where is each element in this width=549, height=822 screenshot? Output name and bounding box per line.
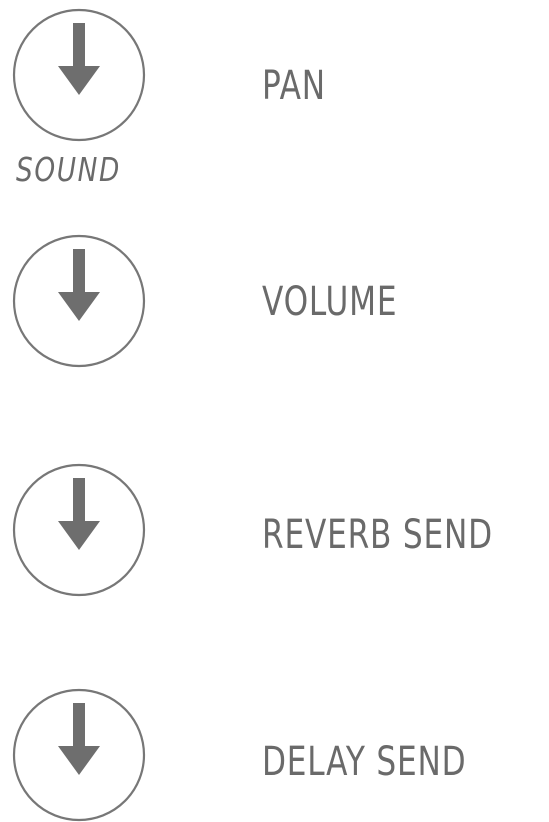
delay-send-knob[interactable]	[12, 688, 146, 822]
volume-label: VOLUME	[262, 279, 398, 325]
down-arrow-knob-icon	[12, 688, 146, 822]
pan-knob[interactable]	[12, 8, 146, 142]
down-arrow-knob-icon	[12, 8, 146, 142]
volume-knob[interactable]	[12, 234, 146, 368]
reverb-send-label: REVERB SEND	[262, 512, 493, 558]
down-arrow-knob-icon	[12, 234, 146, 368]
pan-label: PAN	[262, 63, 326, 109]
down-arrow-knob-icon	[12, 463, 146, 597]
delay-send-label: DELAY SEND	[262, 739, 467, 785]
reverb-send-knob[interactable]	[12, 463, 146, 597]
sound-label: SOUND	[16, 150, 121, 189]
